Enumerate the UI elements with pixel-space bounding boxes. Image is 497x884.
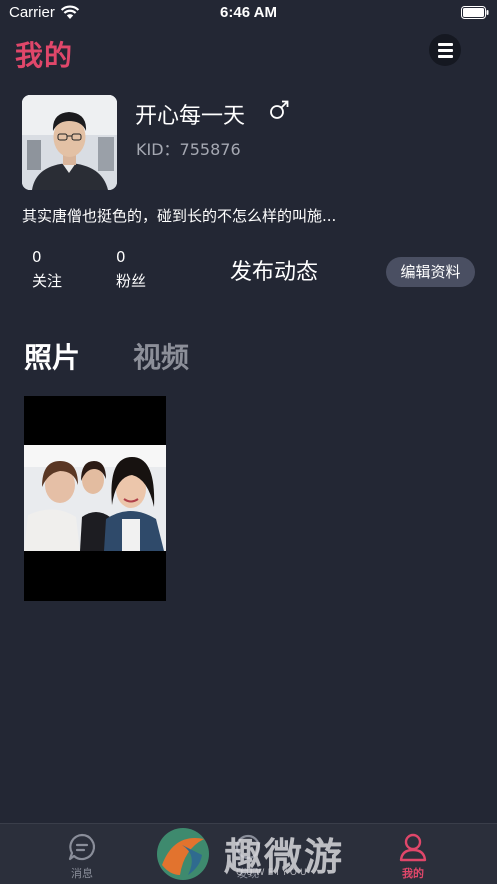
status-time: 6:46 AM bbox=[220, 4, 277, 21]
photo-thumbnail[interactable] bbox=[24, 396, 166, 601]
tab-bar-item-profile[interactable]: 我的 bbox=[391, 832, 435, 881]
followers-label: 粉丝 bbox=[116, 272, 147, 290]
tab-bar-label-profile: 我的 bbox=[402, 867, 424, 880]
kid-label: KID： bbox=[136, 140, 180, 159]
watermark: 趣微游 QUWEIYOU bbox=[152, 824, 352, 883]
bio-text: 其实唐僧也挺色的，碰到长的不怎么样的叫施... bbox=[22, 207, 337, 225]
menu-button[interactable] bbox=[429, 34, 461, 66]
following-stat[interactable]: 0 关注 bbox=[32, 248, 62, 291]
page-title: 我的 bbox=[15, 39, 74, 72]
photo-image bbox=[24, 445, 166, 551]
status-bar: Carrier 6:46 AM bbox=[0, 0, 497, 26]
edit-profile-button[interactable]: 编辑资料 bbox=[386, 257, 475, 287]
followers-stat[interactable]: 0 粉丝 bbox=[116, 248, 146, 291]
kid-value: 755876 bbox=[179, 140, 241, 159]
tab-bar-label-messages: 消息 bbox=[71, 867, 93, 880]
tab-bar-item-messages[interactable]: 消息 bbox=[60, 832, 104, 881]
message-icon bbox=[68, 833, 96, 861]
avatar-photo bbox=[22, 95, 117, 190]
publish-post-button[interactable]: 发布动态 bbox=[230, 254, 318, 286]
avatar[interactable] bbox=[22, 95, 117, 190]
following-label: 关注 bbox=[32, 272, 63, 290]
profile-icon bbox=[399, 833, 427, 862]
following-count: 0 bbox=[32, 248, 42, 266]
watermark-logo-icon bbox=[157, 828, 209, 880]
tab-videos[interactable]: 视频 bbox=[133, 336, 189, 376]
followers-count: 0 bbox=[116, 248, 126, 266]
menu-icon bbox=[438, 43, 453, 46]
battery-icon bbox=[461, 6, 489, 19]
watermark-subtext: QUWEIYOU bbox=[236, 868, 310, 878]
tab-photos[interactable]: 照片 bbox=[24, 336, 80, 376]
male-gender-icon bbox=[270, 100, 289, 119]
kid-text: KID：755876 bbox=[136, 136, 241, 160]
nickname: 开心每一天 bbox=[135, 104, 246, 129]
